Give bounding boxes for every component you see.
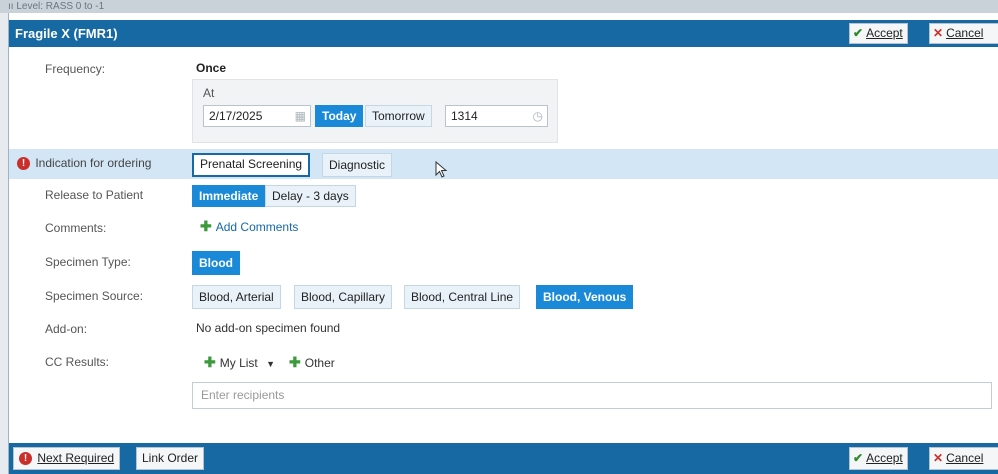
indication-row — [9, 149, 998, 179]
close-icon: ✕ — [933, 26, 944, 40]
mouse-cursor-icon — [435, 161, 448, 178]
cancel-button[interactable]: ✕ Cancel — [929, 23, 998, 44]
addon-value: No add-on specimen found — [196, 321, 341, 335]
frequency-label: Frequency: — [45, 62, 106, 76]
accept-button[interactable]: ✔ Accept — [849, 23, 908, 44]
date-input[interactable]: 2/17/2025 ▦ — [203, 105, 311, 127]
specimen-source-arterial[interactable]: Blood, Arterial — [192, 285, 281, 309]
specimen-type-blood[interactable]: Blood — [192, 251, 240, 275]
specimen-source-venous[interactable]: Blood, Venous — [536, 285, 634, 309]
my-list-button[interactable]: ✚ My List ▼ — [204, 354, 275, 371]
plus-icon: ✚ — [289, 354, 301, 370]
checkmark-icon: ✔ — [853, 451, 864, 465]
release-delay-3-days[interactable]: Delay - 3 days — [265, 185, 356, 207]
required-error-icon: ! — [17, 157, 30, 171]
indication-label: ! Indication for ordering — [17, 156, 151, 171]
chevron-down-icon[interactable]: ▼ — [266, 359, 275, 369]
dialog-title: Fragile X (FMR1) — [15, 26, 118, 41]
specimen-source-capillary[interactable]: Blood, Capillary — [294, 285, 393, 309]
clock-icon[interactable]: ◷ — [533, 106, 543, 126]
background-window-strip: ıı Level: RASS 0 to -1 — [0, 0, 998, 13]
indication-prenatal-screening[interactable]: Prenatal Screening — [192, 153, 311, 177]
addon-label: Add-on: — [45, 322, 88, 336]
frequency-value: Once — [196, 61, 227, 75]
dialog-title-bar: Fragile X (FMR1) ✔ Accept ✕ Cancel — [9, 20, 998, 47]
release-immediate[interactable]: Immediate — [192, 185, 266, 207]
recipients-input[interactable]: Enter recipients — [192, 382, 992, 409]
link-order-button[interactable]: Link Order — [136, 447, 205, 470]
checkmark-icon: ✔ — [853, 26, 864, 40]
at-label: At — [203, 86, 215, 100]
next-required-button[interactable]: ! Next Required — [13, 447, 121, 470]
specimen-source-central-line[interactable]: Blood, Central Line — [404, 285, 521, 309]
release-label: Release to Patient — [45, 188, 144, 202]
cc-results-label: CC Results: — [45, 355, 110, 369]
footer-accept-button[interactable]: ✔ Accept — [849, 447, 908, 470]
dialog-footer: ! Next Required Link Order ✔ Accept ✕ Canc… — [9, 443, 998, 474]
plus-icon: ✚ — [204, 354, 216, 370]
specimen-type-label: Specimen Type: — [45, 255, 131, 269]
time-input[interactable]: 1314 ◷ — [445, 105, 548, 127]
close-icon: ✕ — [933, 451, 944, 465]
tomorrow-button[interactable]: Tomorrow — [365, 105, 432, 127]
start-date-panel: At 2/17/2025 ▦ Today Tomorrow 1314 ◷ — [192, 79, 558, 143]
order-dialog: Fragile X (FMR1) ✔ Accept ✕ Cancel Frequen… — [8, 13, 998, 474]
other-button[interactable]: ✚ Other — [289, 354, 335, 371]
plus-icon: ✚ — [200, 218, 212, 234]
add-comments-link[interactable]: ✚ Add Comments — [200, 218, 298, 235]
footer-cancel-button[interactable]: ✕ Cancel — [929, 447, 998, 470]
comments-label: Comments: — [45, 221, 107, 235]
indication-diagnostic[interactable]: Diagnostic — [322, 153, 393, 177]
required-error-icon: ! — [19, 452, 32, 466]
specimen-source-label: Specimen Source: — [45, 289, 144, 303]
today-button[interactable]: Today — [315, 105, 364, 127]
calendar-icon[interactable]: ▦ — [295, 106, 306, 126]
